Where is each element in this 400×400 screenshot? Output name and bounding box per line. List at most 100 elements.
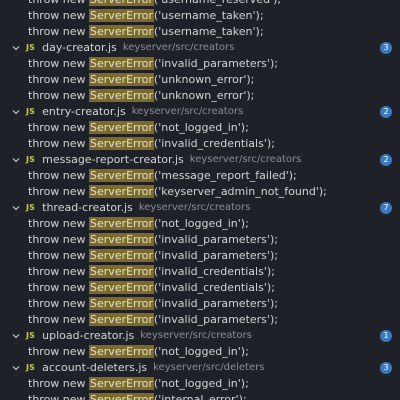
match-suffix: ('invalid_parameters');: [153, 313, 278, 326]
file-result-header[interactable]: JS message-report-creator.js keyserver/src…: [0, 152, 400, 168]
file-path: keyserver/src/creators: [131, 106, 244, 117]
match-highlight: ServerError: [89, 0, 154, 6]
match-prefix: throw new: [28, 185, 90, 198]
match-highlight: ServerError: [89, 185, 154, 198]
match-highlight: ServerError: [89, 297, 154, 310]
match-prefix: throw new: [28, 25, 90, 38]
file-result-header[interactable]: JS account-deleters.js keyserver/src/delet…: [0, 360, 400, 376]
js-file-icon: JS: [26, 43, 36, 52]
file-result-header[interactable]: JS day-creator.js keyserver/src/creators 3: [0, 40, 400, 56]
match-line[interactable]: throw new ServerError('unknown_error');: [0, 88, 400, 104]
file-path: keyserver/src/creators: [140, 330, 252, 341]
match-prefix: throw new: [28, 393, 90, 400]
match-prefix: throw new: [28, 169, 90, 182]
match-line[interactable]: throw new ServerError('invalid_credentia…: [0, 264, 400, 280]
match-suffix: ('invalid_parameters');: [153, 233, 278, 246]
js-file-icon: JS: [26, 331, 36, 340]
match-highlight: ServerError: [89, 377, 154, 390]
match-line[interactable]: throw new ServerError('unknown_error');: [0, 72, 400, 88]
file-result-header[interactable]: JS thread-creator.js keyserver/src/creator…: [0, 200, 400, 216]
match-count-badge: 1: [380, 330, 392, 342]
file-path: keyserver/src/creators: [189, 154, 302, 165]
search-results-list: throw new ServerError('username_reserved…: [0, 0, 400, 400]
chevron-down-icon[interactable]: [10, 40, 22, 56]
match-line[interactable]: throw new ServerError('not_logged_in');: [0, 216, 400, 232]
file-name: upload-creator.js: [42, 329, 135, 342]
match-highlight: ServerError: [89, 73, 154, 86]
match-line[interactable]: throw new ServerError('username_reserved…: [0, 0, 400, 8]
match-line[interactable]: throw new ServerError('not_logged_in');: [0, 376, 400, 392]
match-prefix: throw new: [28, 249, 90, 262]
match-suffix: ('invalid_credentials');: [153, 281, 275, 294]
match-highlight: ServerError: [89, 345, 154, 358]
match-suffix: ('not_logged_in');: [153, 377, 249, 390]
match-prefix: throw new: [28, 9, 90, 22]
match-highlight: ServerError: [89, 265, 154, 278]
match-line[interactable]: throw new ServerError('invalid_parameter…: [0, 232, 400, 248]
js-file-icon: JS: [26, 203, 36, 212]
match-highlight: ServerError: [89, 249, 154, 262]
file-result-header[interactable]: JS upload-creator.js keyserver/src/creator…: [0, 328, 400, 344]
file-path: keyserver/src/deleters: [153, 362, 265, 373]
match-line[interactable]: throw new ServerError('invalid_credentia…: [0, 136, 400, 152]
match-suffix: ('not_logged_in');: [153, 121, 249, 134]
match-suffix: ('username_reserved');: [154, 0, 281, 6]
match-line[interactable]: throw new ServerError('internal_error');: [0, 392, 400, 400]
chevron-down-icon[interactable]: [10, 360, 22, 376]
chevron-down-icon[interactable]: [10, 328, 22, 344]
match-suffix: ('invalid_credentials');: [153, 137, 275, 150]
match-suffix: ('keyserver_admin_not_found');: [153, 185, 327, 198]
match-highlight: ServerError: [89, 89, 154, 102]
match-highlight: ServerError: [89, 137, 154, 150]
match-prefix: throw new: [28, 89, 90, 102]
match-suffix: ('invalid_parameters');: [153, 249, 278, 262]
match-suffix: ('message_report_failed');: [153, 169, 297, 182]
match-highlight: ServerError: [89, 9, 154, 22]
match-line[interactable]: throw new ServerError('message_report_fa…: [0, 168, 400, 184]
match-highlight: ServerError: [89, 233, 154, 246]
search-results-panel: throw new ServerError('username_reserved…: [0, 0, 400, 400]
match-count-badge: 3: [380, 362, 392, 374]
match-suffix: ('unknown_error');: [153, 89, 255, 102]
match-prefix: throw new: [28, 137, 90, 150]
match-line[interactable]: throw new ServerError('invalid_parameter…: [0, 56, 400, 72]
match-count-badge: 2: [380, 106, 392, 118]
file-name: day-creator.js: [42, 41, 117, 54]
match-line[interactable]: throw new ServerError('username_taken');: [0, 8, 400, 24]
match-highlight: ServerError: [89, 57, 154, 70]
match-prefix: throw new: [28, 73, 90, 86]
match-line[interactable]: throw new ServerError('invalid_credentia…: [0, 280, 400, 296]
js-file-icon: JS: [26, 155, 36, 164]
match-line[interactable]: throw new ServerError('keyserver_admin_n…: [0, 184, 400, 200]
match-prefix: throw new: [28, 345, 90, 358]
match-prefix: throw new: [28, 281, 90, 294]
chevron-down-icon[interactable]: [10, 104, 22, 120]
match-count-badge: 3: [380, 42, 392, 54]
chevron-down-icon[interactable]: [10, 152, 22, 168]
match-suffix: ('internal_error');: [153, 393, 247, 400]
match-prefix: throw new: [28, 0, 89, 6]
match-prefix: throw new: [28, 233, 90, 246]
file-name: account-deleters.js: [42, 361, 148, 374]
match-line[interactable]: throw new ServerError('invalid_parameter…: [0, 248, 400, 264]
match-line[interactable]: throw new ServerError('not_logged_in');: [0, 344, 400, 360]
file-name: message-report-creator.js: [42, 153, 184, 166]
match-suffix: ('not_logged_in');: [153, 217, 249, 230]
match-prefix: throw new: [28, 217, 90, 230]
match-prefix: throw new: [28, 297, 90, 310]
file-path: keyserver/src/creators: [122, 42, 235, 53]
match-line[interactable]: throw new ServerError('username_taken');: [0, 24, 400, 40]
match-line[interactable]: throw new ServerError('not_logged_in');: [0, 120, 400, 136]
match-line[interactable]: throw new ServerError('invalid_parameter…: [0, 312, 400, 328]
match-suffix: ('invalid_credentials');: [153, 265, 275, 278]
match-suffix: ('invalid_parameters');: [153, 57, 278, 70]
file-result-header[interactable]: JS entry-creator.js keyserver/src/creators…: [0, 104, 400, 120]
match-highlight: ServerError: [89, 281, 154, 294]
match-prefix: throw new: [28, 313, 90, 326]
match-suffix: ('username_taken');: [153, 25, 264, 38]
chevron-down-icon[interactable]: [10, 200, 22, 216]
match-highlight: ServerError: [89, 313, 154, 326]
match-highlight: ServerError: [89, 25, 154, 38]
match-line[interactable]: throw new ServerError('invalid_parameter…: [0, 296, 400, 312]
js-file-icon: JS: [26, 107, 36, 116]
